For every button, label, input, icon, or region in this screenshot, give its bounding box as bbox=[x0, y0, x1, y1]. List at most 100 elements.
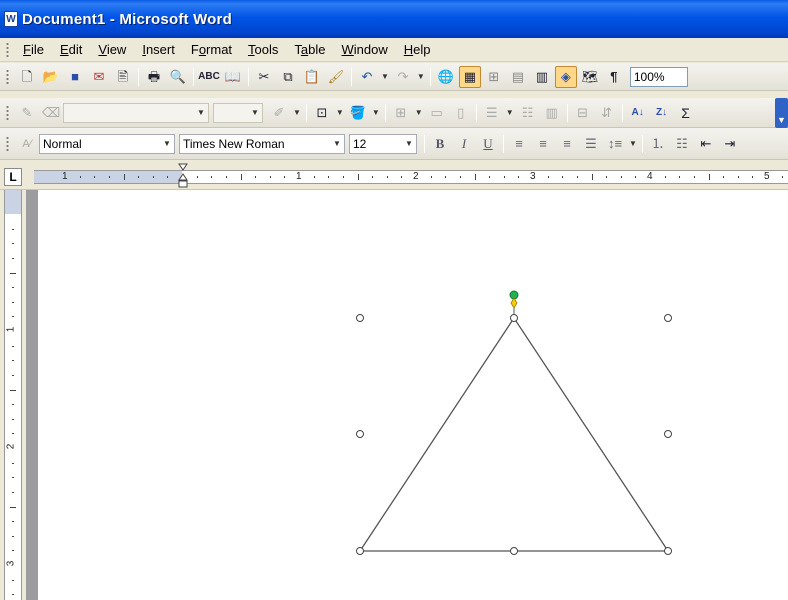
chevron-down-icon[interactable]: ▼ bbox=[372, 108, 380, 117]
style-combo[interactable]: Normal ▼ bbox=[39, 133, 175, 154]
insert-table-button-2[interactable]: ⊞ bbox=[390, 102, 412, 124]
cut-button[interactable]: ✂ bbox=[253, 66, 275, 88]
research-button[interactable]: 📖 bbox=[222, 66, 244, 88]
align-left-button[interactable]: ≡ bbox=[508, 133, 530, 155]
chevron-down-icon[interactable]: ▼ bbox=[506, 108, 514, 117]
zoom-combo[interactable]: 100% bbox=[629, 66, 688, 87]
indent-marker[interactable] bbox=[178, 162, 188, 190]
menu-window[interactable]: Window bbox=[334, 40, 396, 59]
sizing-handle-bottom-left[interactable] bbox=[356, 547, 364, 555]
sort-ascending-button[interactable]: A↓ bbox=[627, 102, 649, 124]
menu-tools[interactable]: Tools bbox=[240, 40, 286, 59]
triangle-shape[interactable] bbox=[358, 316, 670, 552]
font-combo[interactable]: Times New Roman ▼ bbox=[179, 133, 345, 154]
menu-insert[interactable]: Insert bbox=[134, 40, 183, 59]
toolbar-grip-handle[interactable] bbox=[6, 104, 9, 121]
drawing-icon: ◈ bbox=[560, 68, 571, 84]
horizontal-ruler[interactable]: 1 1 2 3 4 5 bbox=[34, 170, 788, 184]
save-button[interactable]: ■ bbox=[64, 66, 86, 88]
open-button[interactable]: 📂 bbox=[40, 66, 62, 88]
title-bar[interactable]: W Document1 - Microsoft Word bbox=[0, 0, 788, 38]
adjust-handle[interactable] bbox=[510, 297, 518, 309]
undo-button[interactable]: ↶ bbox=[356, 66, 378, 88]
redo-dropdown-icon[interactable]: ▼ bbox=[417, 72, 425, 81]
sort-descending-button[interactable]: Z↓ bbox=[651, 102, 673, 124]
bold-button[interactable]: B bbox=[429, 133, 451, 155]
vertical-ruler[interactable]: 1 2 3 bbox=[4, 190, 22, 600]
underline-button[interactable]: U bbox=[477, 133, 499, 155]
toolbar-options-chevron[interactable]: ▼ bbox=[775, 98, 788, 128]
format-painter-button[interactable]: 🖌 bbox=[325, 66, 347, 88]
distribute-columns-button[interactable]: ▥ bbox=[541, 102, 563, 124]
permission-button[interactable]: ✉ bbox=[88, 66, 110, 88]
menu-edit[interactable]: Edit bbox=[52, 40, 90, 59]
document-map-button[interactable]: 🗺 bbox=[579, 66, 601, 88]
tables-borders-button[interactable]: ▦ bbox=[458, 65, 481, 88]
undo-dropdown-icon[interactable]: ▼ bbox=[381, 72, 389, 81]
sizing-handle-top-right[interactable] bbox=[664, 314, 672, 322]
toolbar-grip-handle[interactable] bbox=[6, 68, 9, 85]
styles-pane-button[interactable]: A⁄ bbox=[16, 133, 38, 155]
chevron-down-icon[interactable]: ▼ bbox=[415, 108, 423, 117]
borders-button[interactable]: ⊡ bbox=[311, 102, 333, 124]
menu-format[interactable]: Format bbox=[183, 40, 240, 59]
tab-stop-selector[interactable]: L bbox=[4, 168, 22, 186]
sizing-handle-bottom[interactable] bbox=[510, 547, 518, 555]
align-right-button[interactable]: ≡ bbox=[556, 133, 578, 155]
copy-button[interactable]: ⧉ bbox=[277, 66, 299, 88]
distribute-rows-button[interactable]: ☷ bbox=[517, 102, 539, 124]
insert-table-button[interactable]: ⊞ bbox=[483, 66, 505, 88]
border-color-button[interactable]: ✐ bbox=[268, 102, 290, 124]
eraser-button[interactable]: ⌫ bbox=[40, 102, 62, 124]
borders-icon: ⊡ bbox=[316, 104, 328, 120]
insert-excel-button[interactable]: ▤ bbox=[507, 66, 529, 88]
hyperlink-button[interactable]: 🌐 bbox=[435, 66, 457, 88]
menu-table[interactable]: Table bbox=[286, 40, 333, 59]
decrease-indent-button[interactable]: ⇤ bbox=[695, 133, 717, 155]
paste-button[interactable]: 📋 bbox=[301, 66, 323, 88]
sizing-handle-top-left[interactable] bbox=[356, 314, 364, 322]
show-hide-button[interactable]: ¶ bbox=[603, 66, 625, 88]
print-button[interactable]: 🖶 bbox=[143, 66, 165, 88]
increase-indent-button[interactable]: ⇥ bbox=[719, 133, 741, 155]
redo-button[interactable]: ↷ bbox=[392, 66, 414, 88]
menu-help[interactable]: Help bbox=[396, 40, 439, 59]
numbering-button[interactable]: ⒈ bbox=[647, 133, 669, 155]
menu-grip-handle[interactable] bbox=[6, 41, 9, 58]
bullets-button[interactable]: ☷ bbox=[671, 133, 693, 155]
justify-button[interactable]: ☰ bbox=[580, 133, 602, 155]
sizing-handle-top[interactable] bbox=[510, 314, 518, 322]
text-direction-button[interactable]: ⇵ bbox=[596, 102, 618, 124]
sizing-handle-left[interactable] bbox=[356, 430, 364, 438]
table-autoformat-button[interactable]: ⊟ bbox=[572, 102, 594, 124]
sizing-handle-right[interactable] bbox=[664, 430, 672, 438]
shading-button[interactable]: 🪣 bbox=[347, 102, 369, 124]
line-spacing-button[interactable]: ↕≡ bbox=[604, 133, 626, 155]
menu-view[interactable]: View bbox=[90, 40, 134, 59]
sizing-handle-right-bottom[interactable] bbox=[664, 547, 672, 555]
chevron-down-icon[interactable]: ▼ bbox=[336, 108, 344, 117]
toolbar-grip-handle[interactable] bbox=[6, 135, 9, 152]
print-preview-button[interactable]: 🔍 bbox=[167, 66, 189, 88]
spelling-button[interactable]: ABC bbox=[198, 66, 220, 88]
align-center-button[interactable]: ≡ bbox=[532, 133, 554, 155]
line-weight-combo[interactable]: ▼ bbox=[213, 102, 263, 123]
font-size-combo[interactable]: 12 ▼ bbox=[349, 133, 417, 154]
chevron-down-icon[interactable]: ▼ bbox=[293, 108, 301, 117]
word-app-icon[interactable]: W bbox=[4, 11, 18, 27]
email-button[interactable]: 🖹 bbox=[112, 66, 134, 88]
menu-file[interactable]: File bbox=[15, 40, 52, 59]
line-style-combo[interactable]: ▼ bbox=[63, 102, 209, 123]
drawing-button[interactable]: ◈ bbox=[554, 65, 577, 88]
chevron-down-icon[interactable]: ▼ bbox=[629, 139, 637, 148]
new-button[interactable]: 🗋 bbox=[16, 66, 38, 88]
italic-button[interactable]: I bbox=[453, 133, 475, 155]
columns-button[interactable]: ▥ bbox=[531, 66, 553, 88]
draw-table-button[interactable]: ✎ bbox=[16, 102, 38, 124]
document-page[interactable] bbox=[38, 190, 788, 600]
align-button[interactable]: ☰ bbox=[481, 102, 503, 124]
autosum-button[interactable]: Σ bbox=[675, 102, 697, 124]
split-cells-button[interactable]: ▯ bbox=[450, 102, 472, 124]
merge-cells-button[interactable]: ▭ bbox=[426, 102, 448, 124]
paste-icon: 📋 bbox=[303, 68, 321, 84]
